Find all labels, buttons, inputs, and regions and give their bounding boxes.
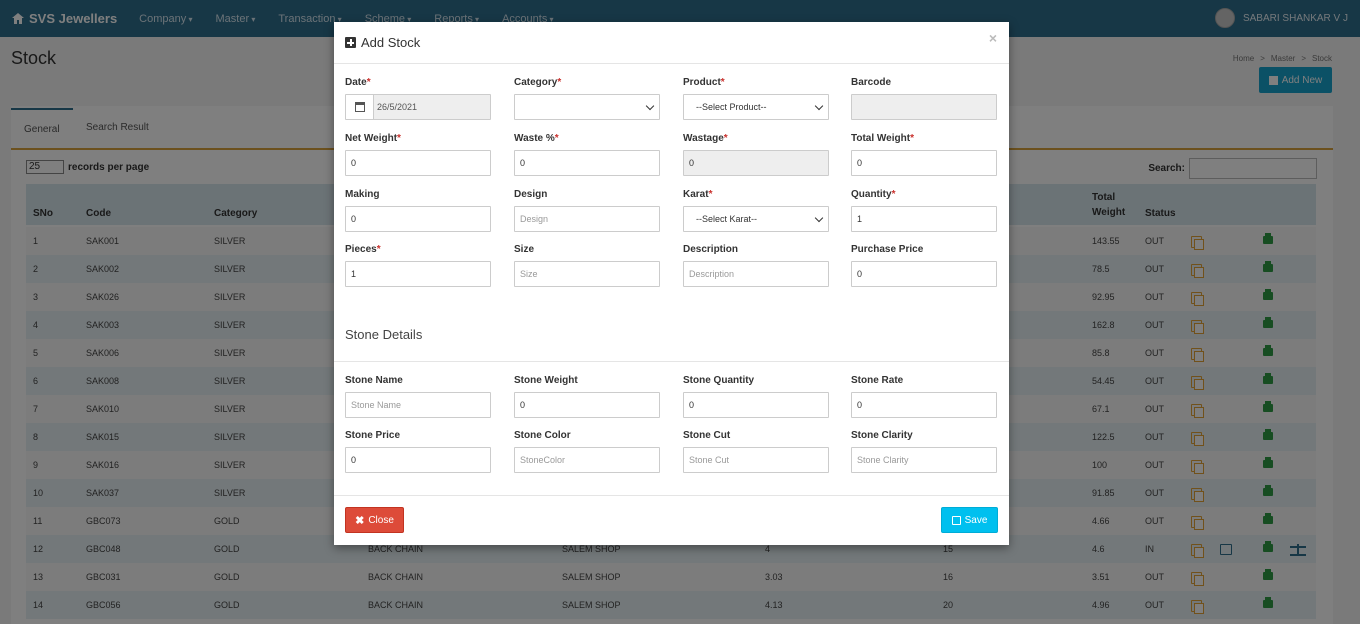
stone-name-input[interactable]: Stone Name (345, 392, 491, 418)
barcode-label: Barcode (851, 77, 892, 88)
category-label: Category* (514, 77, 562, 88)
stone-color-input[interactable]: StoneColor (514, 447, 660, 473)
times-icon: ✖ (355, 514, 365, 527)
modal-header: Add Stock (334, 22, 1009, 64)
making-input[interactable]: 0 (345, 206, 491, 232)
design-label: Design (514, 189, 548, 200)
quantity-label: Quantity* (851, 189, 896, 200)
date-input[interactable]: 26/5/2021 (374, 95, 490, 119)
description-label: Description (683, 244, 739, 255)
waste-input[interactable]: 0 (514, 150, 660, 176)
stone-color-label: Stone Color (514, 430, 571, 441)
stone-cut-label: Stone Cut (683, 430, 731, 441)
purchase-price-input[interactable]: 0 (851, 261, 997, 287)
karat-select[interactable]: --Select Karat-- (683, 206, 829, 232)
stone-quantity-label: Stone Quantity (683, 375, 755, 386)
save-button-label: Save (964, 514, 988, 526)
calendar-icon (354, 102, 365, 112)
making-label: Making (345, 189, 380, 200)
wastage-label: Wastage* (683, 133, 728, 144)
net-weight-input[interactable]: 0 (345, 150, 491, 176)
modal-title: Add Stock (345, 35, 420, 50)
stone-name-label: Stone Name (345, 375, 403, 386)
floppy-disk-icon (951, 515, 961, 525)
product-select[interactable]: --Select Product-- (683, 94, 829, 120)
stone-rate-label: Stone Rate (851, 375, 904, 386)
total-weight-label: Total Weight* (851, 133, 914, 144)
date-field[interactable]: 26/5/2021 (345, 94, 491, 120)
stone-weight-label: Stone Weight (514, 375, 578, 386)
modal-title-text: Add Stock (361, 35, 421, 50)
size-label: Size (514, 244, 535, 255)
pieces-label: Pieces* (345, 244, 381, 255)
waste-label: Waste %* (514, 133, 559, 144)
add-stock-modal: Add Stock × Date* 26/5/2021 Category* Pr… (334, 22, 1009, 545)
total-weight-input[interactable]: 0 (851, 150, 997, 176)
close-button[interactable]: ✖ Close (345, 507, 404, 533)
description-input[interactable]: Description (683, 261, 829, 287)
karat-label: Karat* (683, 189, 713, 200)
design-input[interactable]: Design (514, 206, 660, 232)
date-label: Date* (345, 77, 371, 88)
net-weight-label: Net Weight* (345, 133, 401, 144)
stone-price-label: Stone Price (345, 430, 401, 441)
product-label: Product* (683, 77, 725, 88)
stone-quantity-input[interactable]: 0 (683, 392, 829, 418)
wastage-input[interactable]: 0 (683, 150, 829, 176)
pieces-input[interactable]: 1 (345, 261, 491, 287)
close-button-label: Close (368, 514, 394, 526)
stone-price-input[interactable]: 0 (345, 447, 491, 473)
stone-cut-input[interactable]: Stone Cut (683, 447, 829, 473)
stone-clarity-label: Stone Clarity (851, 430, 913, 441)
footer-divider (334, 495, 1009, 496)
stone-rate-input[interactable]: 0 (851, 392, 997, 418)
save-button[interactable]: Save (941, 507, 998, 533)
barcode-input[interactable] (851, 94, 997, 120)
quantity-input[interactable]: 1 (851, 206, 997, 232)
close-icon[interactable]: × (989, 30, 997, 46)
category-select[interactable] (514, 94, 660, 120)
stone-details-title: Stone Details (345, 327, 423, 342)
date-addon[interactable] (346, 95, 374, 119)
purchase-price-label: Purchase Price (851, 244, 924, 255)
stone-clarity-input[interactable]: Stone Clarity (851, 447, 997, 473)
plus-square-icon (345, 37, 356, 48)
size-input[interactable]: Size (514, 261, 660, 287)
stone-weight-input[interactable]: 0 (514, 392, 660, 418)
section-divider (334, 361, 1009, 362)
